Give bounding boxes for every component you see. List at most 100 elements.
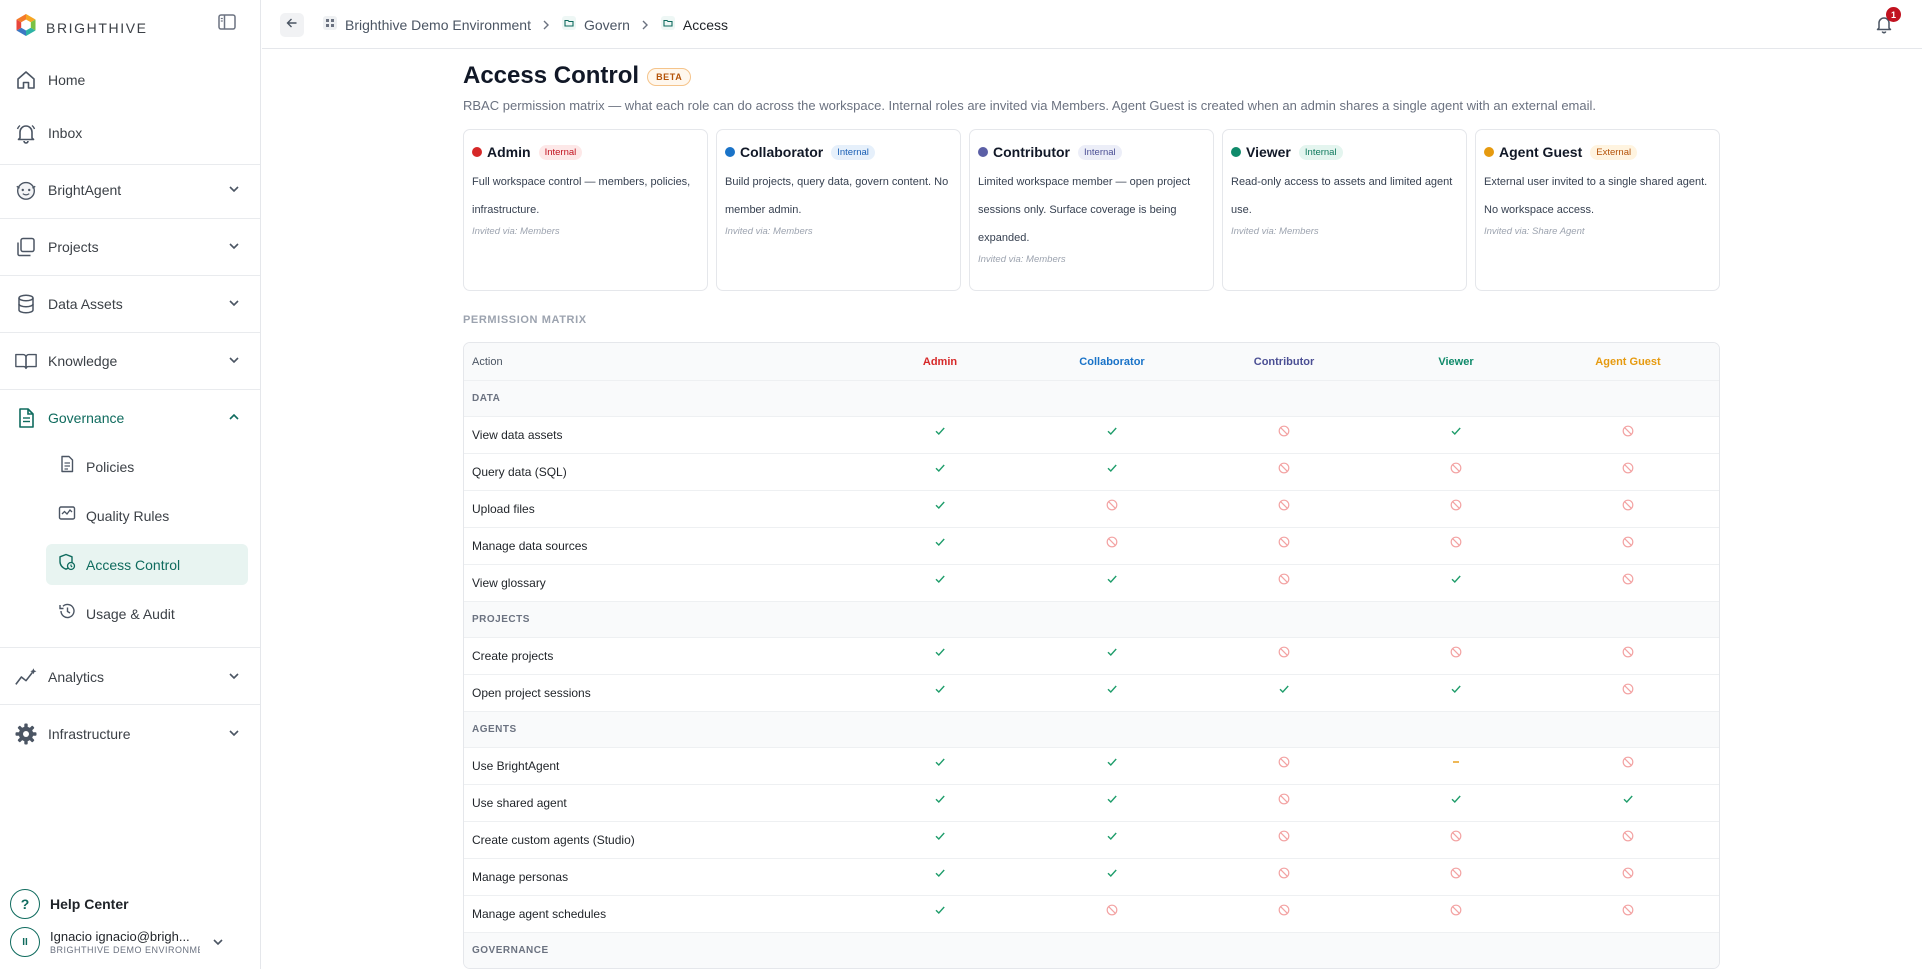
breadcrumb-item-environment[interactable]: Brighthive Demo Environment — [322, 15, 531, 34]
sidebar-item-analytics[interactable]: Analytics — [0, 649, 260, 705]
permission-cell — [1026, 648, 1198, 659]
sidebar-item-knowledge[interactable]: Knowledge — [0, 333, 260, 389]
chevron-down-icon — [228, 239, 240, 257]
permission-cell — [1542, 573, 1714, 586]
check-icon — [933, 645, 947, 659]
check-icon — [1277, 682, 1291, 696]
sidebar-sub-item-label: Quality Rules — [86, 507, 170, 524]
sidebar-item-label: Projects — [48, 239, 99, 255]
role-card-agent-guest[interactable]: Agent Guest External External user invited… — [1475, 129, 1720, 291]
check-icon — [933, 792, 947, 806]
permission-cell — [1026, 758, 1198, 769]
blocked-icon — [1449, 645, 1463, 659]
check-icon — [933, 903, 947, 917]
matrix-row: Use shared agent — [464, 784, 1719, 821]
app-root: BRIGHTHIVE Home Inbox BrightAgent Projec… — [0, 0, 1922, 969]
permission-cell — [1198, 425, 1370, 438]
collapse-sidebar-button[interactable] — [216, 13, 238, 35]
sidebar-sub-item-access-control[interactable]: Access Control — [46, 544, 248, 585]
role-card-collaborator[interactable]: Collaborator Internal Build projects, quer… — [716, 129, 961, 291]
role-card-viewer[interactable]: Viewer Internal Read-only access to assets… — [1222, 129, 1467, 291]
sidebar-item-infrastructure[interactable]: Infrastructure — [0, 706, 260, 762]
book-open-icon — [14, 349, 38, 373]
folder-icon — [660, 15, 676, 34]
sidebar-sub-item-policies[interactable]: Policies — [46, 446, 248, 487]
action-label: Query data (SQL) — [472, 465, 567, 479]
permission-cell — [1542, 683, 1714, 696]
group-label: AGENTS — [472, 724, 517, 735]
matrix-row: Upload files — [464, 490, 1719, 527]
role-card-admin[interactable]: Admin Internal Full workspace control — me… — [463, 129, 708, 291]
permission-cell — [1370, 536, 1542, 549]
role-scope-tag: Internal — [1077, 144, 1122, 160]
database-icon — [14, 292, 38, 316]
folder-icon — [561, 15, 577, 34]
beta-badge: BETA — [647, 68, 692, 86]
check-icon — [1449, 572, 1463, 586]
matrix-row: Create custom agents (Studio) — [464, 821, 1719, 858]
role-color-dot — [472, 147, 482, 157]
divider — [0, 704, 260, 705]
permission-cell — [1542, 425, 1714, 438]
policy-doc-icon — [58, 455, 76, 478]
sidebar-item-data-assets[interactable]: Data Assets — [0, 276, 260, 332]
chevron-up-icon — [228, 410, 240, 428]
permission-cell — [1370, 427, 1542, 438]
role-color-dot — [978, 147, 988, 157]
permission-cell — [1198, 573, 1370, 586]
matrix-group-row: AGENTS — [464, 711, 1719, 747]
role-card-header: Collaborator Internal — [725, 144, 952, 160]
permission-cell — [1370, 685, 1542, 696]
check-icon — [1105, 572, 1119, 586]
permission-cell — [854, 906, 1026, 917]
breadcrumb-item-govern[interactable]: Govern — [561, 15, 630, 34]
permission-cell — [1198, 867, 1370, 880]
permission-cell — [1370, 867, 1542, 880]
user-menu[interactable]: II Ignacio ignacio@brigh... BRIGHTHIVE D… — [10, 927, 250, 957]
sidebar: BRIGHTHIVE Home Inbox BrightAgent Projec… — [0, 0, 261, 969]
role-card-contributor[interactable]: Contributor Internal Limited workspace mem… — [969, 129, 1214, 291]
blocked-icon — [1277, 572, 1291, 586]
action-label: Use shared agent — [472, 796, 567, 810]
role-column-header: Admin — [922, 355, 958, 368]
permission-cell — [1542, 904, 1714, 917]
role-color-dot — [1231, 147, 1241, 157]
sidebar-sub-item-quality-rules[interactable]: Quality Rules — [46, 495, 248, 536]
check-icon — [933, 755, 947, 769]
quality-rules-icon — [58, 504, 76, 527]
permission-cell — [1370, 646, 1542, 659]
role-name: Agent Guest — [1499, 144, 1583, 160]
permission-cell — [1026, 869, 1198, 880]
sidebar-item-home[interactable]: Home — [0, 52, 260, 108]
sidebar-item-projects[interactable]: Projects — [0, 219, 260, 275]
sidebar-sub-item-usage-audit[interactable]: Usage & Audit — [46, 593, 248, 634]
help-center-link[interactable]: ? Help Center — [10, 889, 129, 919]
topbar: Brighthive Demo Environment Govern Acces… — [262, 0, 1922, 49]
permission-cell — [1198, 756, 1370, 769]
blocked-icon — [1277, 829, 1291, 843]
role-scope-tag: Internal — [538, 144, 583, 160]
sidebar-item-inbox[interactable]: Inbox — [0, 105, 260, 161]
check-icon — [933, 498, 947, 512]
breadcrumb-item-access[interactable]: Access — [660, 15, 728, 34]
brand[interactable]: BRIGHTHIVE — [14, 13, 148, 42]
check-icon — [1105, 792, 1119, 806]
blocked-icon — [1621, 535, 1635, 549]
user-name: Ignacio ignacio@brigh... — [50, 929, 190, 944]
role-invited-via: Invited via: Members — [1231, 226, 1319, 237]
role-column-header: Contributor — [1253, 355, 1315, 368]
permission-cell — [1026, 427, 1198, 438]
chevron-down-icon — [228, 726, 240, 744]
permission-cell — [854, 832, 1026, 843]
back-button[interactable] — [280, 13, 304, 37]
permission-cell — [1370, 761, 1542, 769]
sidebar-item-brightagent[interactable]: BrightAgent — [0, 162, 260, 218]
sidebar-item-governance[interactable]: Governance — [0, 390, 260, 446]
permission-cell — [854, 464, 1026, 475]
breadcrumb-label: Brighthive Demo Environment — [345, 16, 531, 33]
action-label: View glossary — [472, 576, 546, 590]
divider — [0, 647, 260, 648]
matrix-row: Manage personas — [464, 858, 1719, 895]
check-icon — [933, 461, 947, 475]
permission-cell — [1370, 830, 1542, 843]
